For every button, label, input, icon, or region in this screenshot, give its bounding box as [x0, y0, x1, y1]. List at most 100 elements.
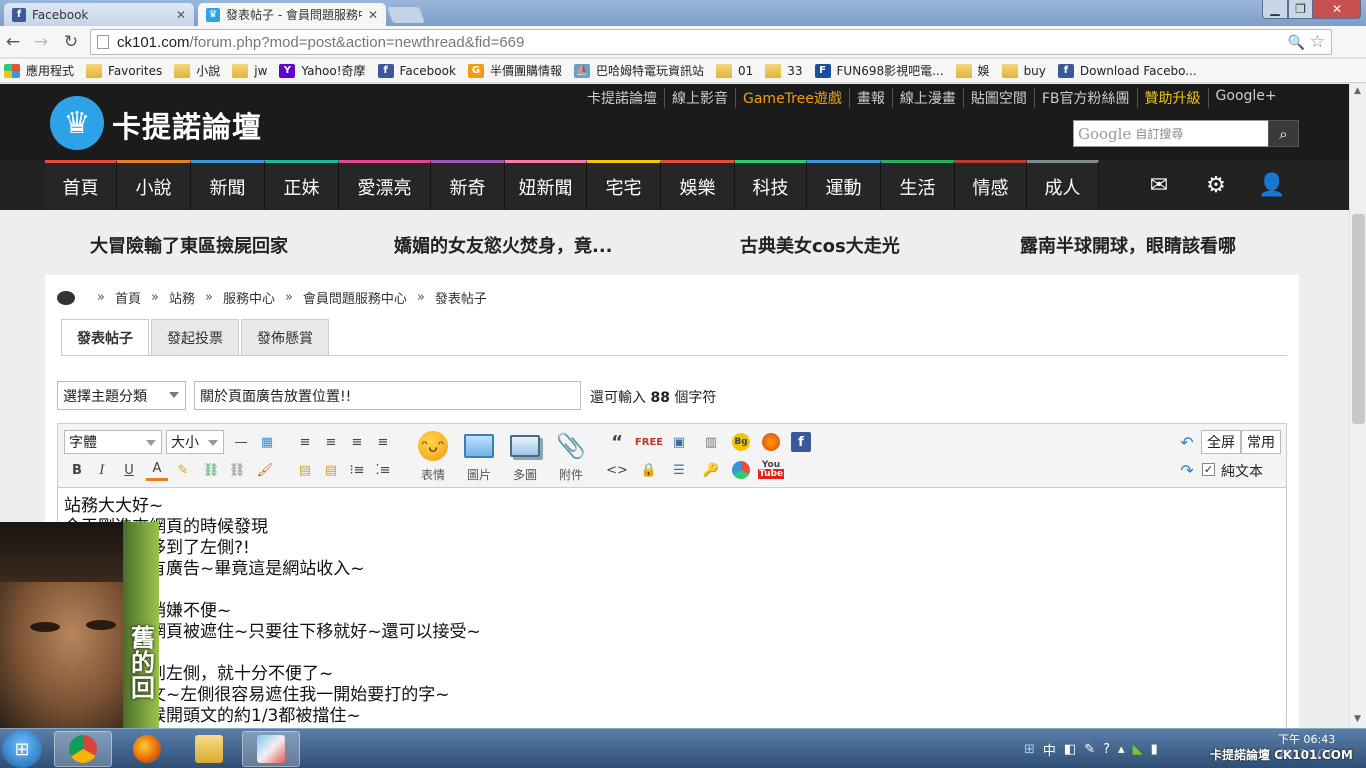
show-hidden-icons[interactable]: ▴: [1118, 742, 1125, 757]
common-button[interactable]: 常用: [1241, 430, 1281, 454]
bookmark-item[interactable]: jw: [232, 63, 267, 78]
headline-link[interactable]: 露南半球開球，眼睛該看哪: [1020, 232, 1236, 258]
bookmark-item[interactable]: G 半價團購情報: [467, 62, 562, 79]
facebook-share-icon[interactable]: f: [790, 431, 812, 453]
ime-mode-icon[interactable]: ◧: [1064, 742, 1076, 757]
table-icon[interactable]: ▦: [256, 431, 278, 453]
bookmark-item[interactable]: Favorites: [86, 63, 162, 78]
bg-icon[interactable]: Bg: [730, 431, 752, 453]
subject-input[interactable]: 關於頁面廣告放置位置!!: [194, 381, 581, 410]
top-link[interactable]: 畫報: [848, 88, 892, 108]
editor-content[interactable]: 站務大大好~今天剛進來網頁的時候發現廣告從右側移到了左側?!不介意網頁有廣告~畢…: [57, 488, 1287, 730]
float-right-icon[interactable]: ▤: [320, 459, 342, 481]
top-link[interactable]: FB官方粉絲團: [1033, 88, 1137, 108]
scroll-thumb[interactable]: [1352, 214, 1365, 424]
breadcrumb-item[interactable]: 發表帖子: [435, 288, 487, 307]
floating-ad-image[interactable]: 舊的回: [0, 522, 159, 728]
nav-item[interactable]: 正妹: [265, 160, 339, 210]
page-scrollbar[interactable]: ▲ ▼: [1349, 84, 1366, 728]
back-button[interactable]: ←: [2, 31, 24, 53]
close-icon[interactable]: ✕: [170, 8, 186, 22]
breadcrumb-item[interactable]: 首頁: [115, 288, 141, 307]
nav-item[interactable]: 新奇: [431, 160, 505, 210]
bookmark-item[interactable]: f Facebook: [377, 63, 456, 78]
top-link[interactable]: 貼圖空間: [962, 88, 1034, 108]
help-icon[interactable]: ?: [1103, 742, 1110, 757]
mail-icon[interactable]: ✉: [1131, 160, 1187, 210]
nav-item[interactable]: 情感: [955, 160, 1027, 210]
post-type-tab[interactable]: 發表帖子: [61, 319, 149, 356]
scroll-up-icon[interactable]: ▲: [1354, 86, 1361, 96]
breadcrumb-item[interactable]: 服務中心: [223, 288, 275, 307]
bookmark-item[interactable]: F FUN698影視吧電...: [814, 62, 944, 79]
bookmark-item[interactable]: 小說: [174, 62, 220, 79]
forum-home-icon[interactable]: [57, 290, 75, 305]
undo-icon[interactable]: ↶: [1176, 431, 1198, 453]
headline-link[interactable]: 古典美女cos大走光: [740, 232, 900, 258]
font-color-icon[interactable]: A: [146, 459, 168, 481]
firefox-icon[interactable]: [760, 431, 782, 453]
bookmark-item[interactable]: Y Yahoo!奇摩: [279, 62, 366, 79]
nav-item[interactable]: 首頁: [45, 160, 117, 210]
bookmark-item[interactable]: 娛: [955, 62, 990, 79]
youtube-icon[interactable]: You Tube: [757, 459, 785, 481]
ime-lang[interactable]: 中: [1043, 740, 1056, 759]
taskbar-firefox[interactable]: [118, 731, 176, 767]
bookmark-item[interactable]: buy: [1001, 63, 1046, 78]
crown-logo-icon[interactable]: ♛: [50, 96, 104, 150]
size-select[interactable]: 大小: [166, 430, 224, 454]
key-icon[interactable]: 🔑: [700, 459, 722, 481]
network-icon[interactable]: ▮: [1151, 742, 1158, 757]
top-link[interactable]: 線上影音: [664, 88, 735, 108]
link-icon[interactable]: ⛓: [200, 459, 222, 481]
nav-item[interactable]: 成人: [1027, 160, 1099, 210]
nav-item[interactable]: 妞新聞: [505, 160, 587, 210]
taskbar-chrome[interactable]: [54, 731, 112, 767]
nav-item[interactable]: 小說: [117, 160, 191, 210]
top-link[interactable]: 卡提諾論壇: [580, 88, 664, 108]
format-painter-icon[interactable]: 🖌: [254, 459, 276, 481]
list-box-icon[interactable]: ▥: [700, 431, 722, 453]
start-button[interactable]: ⊞: [2, 730, 42, 768]
align-justify-icon[interactable]: ≡: [346, 431, 368, 453]
quote-icon[interactable]: “: [606, 431, 628, 453]
close-icon[interactable]: ✕: [362, 8, 378, 22]
post-type-tab[interactable]: 發佈懸賞: [241, 319, 329, 356]
nav-item[interactable]: 科技: [735, 160, 807, 210]
reload-button[interactable]: ↻: [60, 31, 82, 53]
user-icon[interactable]: 👤: [1244, 160, 1300, 210]
taskbar-explorer[interactable]: [180, 731, 238, 767]
ime-config-icon[interactable]: ✎: [1084, 742, 1095, 757]
indent-icon[interactable]: ☰: [668, 459, 690, 481]
top-link[interactable]: Google+: [1207, 88, 1284, 108]
site-logo-text[interactable]: 卡提諾論壇: [112, 104, 262, 146]
nav-item[interactable]: 宅宅: [587, 160, 661, 210]
lock-icon[interactable]: 🔒: [638, 459, 660, 481]
media-icon[interactable]: [730, 459, 752, 481]
attachment-button[interactable]: 📎 附件: [550, 430, 592, 484]
code-icon[interactable]: <>: [606, 459, 628, 481]
bookmark-item[interactable]: 33: [765, 63, 803, 78]
ordered-list-icon[interactable]: ⁝≡: [346, 459, 368, 481]
unlink-icon[interactable]: ⛓: [226, 459, 248, 481]
bookmark-item[interactable]: 01: [715, 63, 753, 78]
post-type-tab[interactable]: 發起投票: [151, 319, 239, 356]
site-search-input[interactable]: Google 自訂搜尋: [1073, 120, 1269, 147]
nav-item[interactable]: 愛漂亮: [339, 160, 431, 210]
align-center-icon[interactable]: ≡: [320, 431, 342, 453]
fullscreen-button[interactable]: 全屏: [1201, 430, 1241, 454]
search-icon[interactable]: ⌕: [1268, 120, 1299, 147]
ime-icon[interactable]: ⊞: [1024, 742, 1035, 757]
unordered-list-icon[interactable]: ⁚≡: [372, 459, 394, 481]
new-tab-button[interactable]: [387, 7, 425, 23]
breadcrumb-item[interactable]: 會員問題服務中心: [303, 288, 407, 307]
align-right-icon[interactable]: ≡: [372, 431, 394, 453]
browser-tab-facebook[interactable]: f Facebook ✕: [4, 3, 194, 26]
float-left-icon[interactable]: ▤: [294, 459, 316, 481]
bookmark-item[interactable]: f Download Facebo...: [1057, 63, 1197, 78]
gear-icon[interactable]: ⚙: [1188, 160, 1244, 210]
bookmark-item[interactable]: 應用程式: [4, 62, 74, 79]
align-left-icon[interactable]: ≡: [294, 431, 316, 453]
multi-image-button[interactable]: 多圖: [504, 430, 546, 484]
star-icon[interactable]: ☆: [1310, 32, 1325, 52]
